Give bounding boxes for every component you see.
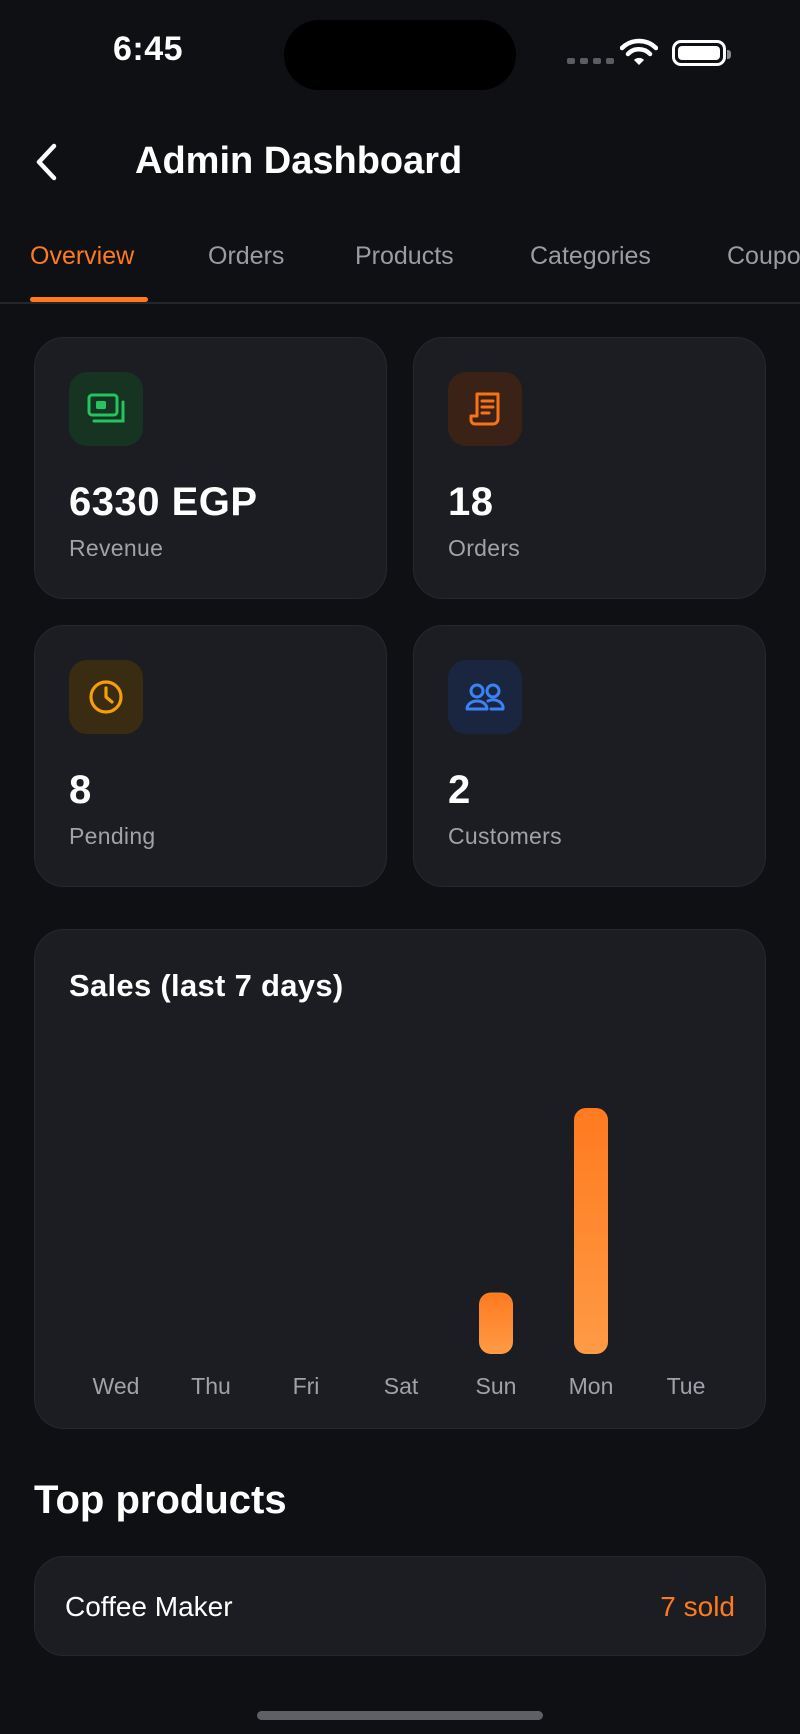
stat-card-revenue: 6330 EGP Revenue: [34, 337, 387, 599]
chart-label-sun: Sun: [476, 1373, 517, 1399]
back-button[interactable]: [34, 140, 70, 184]
sales-chart-card: Sales (last 7 days) Wed Thu Fri Sat Sun Mon Tu…: [34, 929, 766, 1429]
stat-card-orders: 18 Orders: [413, 337, 766, 599]
battery-icon: [672, 40, 731, 66]
money-icon: [69, 372, 143, 446]
tab-bar: Overview Orders Products Categories Coup…: [0, 238, 800, 304]
pending-label: Pending: [69, 823, 156, 849]
product-sold-count: 7 sold: [660, 1591, 735, 1622]
stat-card-customers: 2 Customers: [413, 625, 766, 887]
chart-label-sat: Sat: [384, 1373, 419, 1399]
chart-bar-mon: [574, 1108, 608, 1354]
status-time: 6:45: [113, 30, 184, 68]
home-indicator: [257, 1711, 543, 1720]
dynamic-island: [284, 20, 516, 90]
chart-label-mon: Mon: [569, 1373, 614, 1399]
revenue-label: Revenue: [69, 535, 164, 561]
orders-value: 18: [448, 480, 494, 524]
tab-products[interactable]: Products: [355, 242, 454, 271]
sales-chart: Wed Thu Fri Sat Sun Mon Tue: [93, 1108, 706, 1399]
pending-value: 8: [69, 768, 92, 812]
clock-icon: [69, 660, 143, 734]
product-row[interactable]: Coffee Maker 7 sold: [34, 1556, 766, 1656]
customers-label: Customers: [448, 823, 562, 849]
tab-orders[interactable]: Orders: [208, 242, 284, 271]
page-title: Admin Dashboard: [135, 140, 463, 182]
customers-value: 2: [448, 768, 471, 812]
tab-coupons[interactable]: Coupo: [727, 242, 800, 271]
chevron-left-icon: [36, 143, 57, 181]
product-name: Coffee Maker: [65, 1591, 233, 1622]
users-icon: [448, 660, 522, 734]
active-tab-indicator: [30, 297, 148, 302]
wifi-icon: [620, 38, 658, 65]
chart-label-fri: Fri: [293, 1373, 320, 1399]
orders-label: Orders: [448, 535, 521, 561]
receipt-icon: [448, 372, 522, 446]
cellular-signal-icon: [567, 58, 614, 64]
top-products-title: Top products: [34, 1478, 287, 1522]
chart-bar-sun: [479, 1292, 513, 1354]
tab-categories[interactable]: Categories: [530, 242, 651, 271]
revenue-value: 6330 EGP: [69, 480, 258, 524]
chart-label-tue: Tue: [667, 1373, 706, 1399]
stat-card-pending: 8 Pending: [34, 625, 387, 887]
chart-label-thu: Thu: [191, 1373, 231, 1399]
tab-overview[interactable]: Overview: [30, 242, 134, 271]
chart-label-wed: Wed: [93, 1373, 140, 1399]
